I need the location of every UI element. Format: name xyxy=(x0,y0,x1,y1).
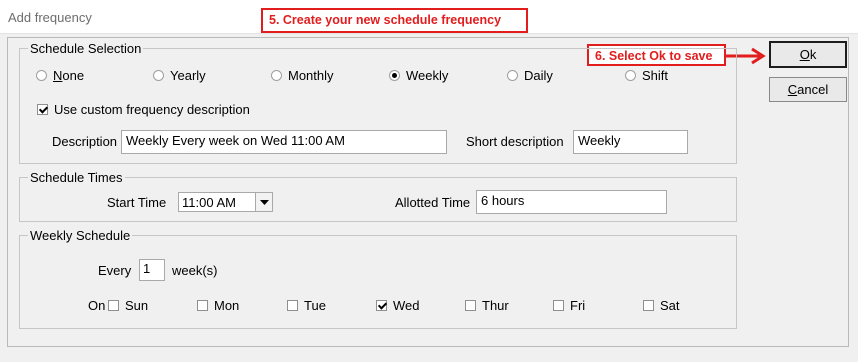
custom-description-check xyxy=(37,104,48,115)
on-label: On xyxy=(88,298,106,313)
radio-monthly-dot xyxy=(271,70,282,81)
radio-weekly-dot xyxy=(389,70,400,81)
radio-none-label: None xyxy=(53,68,85,83)
weekly-schedule-group: Weekly Schedule xyxy=(19,229,737,329)
short-description-input[interactable]: Weekly xyxy=(573,130,688,154)
every-label: Every xyxy=(98,263,132,278)
window-title: Add frequency xyxy=(8,10,92,25)
every-weeks-input[interactable]: 1 xyxy=(139,259,165,281)
custom-description-label: Use custom frequency description xyxy=(54,102,250,117)
radio-yearly-label: Yearly xyxy=(170,68,206,83)
day-wed-check xyxy=(376,300,387,311)
day-sun-check xyxy=(108,300,119,311)
radio-weekly[interactable]: Weekly xyxy=(389,68,448,83)
radio-daily-label: Daily xyxy=(524,68,553,83)
radio-none-dot xyxy=(36,70,47,81)
day-sat-checkbox[interactable]: Sat xyxy=(643,298,680,313)
ok-button-label: Ok xyxy=(799,47,817,62)
description-input[interactable]: Weekly Every week on Wed 11:00 AM xyxy=(121,130,447,154)
description-label: Description xyxy=(52,134,118,149)
callout-step-5: 5. Create your new schedule frequency xyxy=(261,8,528,33)
day-wed-label: Wed xyxy=(393,298,420,313)
radio-shift-label: Shift xyxy=(642,68,669,83)
day-sun-label: Sun xyxy=(125,298,149,313)
day-tue-checkbox[interactable]: Tue xyxy=(287,298,326,313)
day-fri-label: Fri xyxy=(570,298,586,313)
day-mon-check xyxy=(197,300,208,311)
day-sun-checkbox[interactable]: Sun xyxy=(108,298,148,313)
start-time-value: 11:00 AM xyxy=(182,194,236,210)
allotted-time-label: Allotted Time xyxy=(395,195,471,210)
radio-monthly-label: Monthly xyxy=(288,68,334,83)
start-time-label: Start Time xyxy=(107,195,167,210)
radio-daily-dot xyxy=(507,70,518,81)
cancel-button-label: Cancel xyxy=(787,82,829,97)
day-wed-checkbox[interactable]: Wed xyxy=(376,298,420,313)
day-thur-label: Thur xyxy=(482,298,509,313)
day-tue-label: Tue xyxy=(304,298,326,313)
cancel-button[interactable]: Cancel xyxy=(769,77,847,102)
radio-shift[interactable]: Shift xyxy=(625,68,668,83)
weekly-schedule-legend: Weekly Schedule xyxy=(30,228,131,243)
radio-weekly-label: Weekly xyxy=(406,68,449,83)
every-unit-label: week(s) xyxy=(172,263,218,278)
day-tue-check xyxy=(287,300,298,311)
allotted-time-input[interactable]: 6 hours xyxy=(476,190,667,214)
radio-none[interactable]: None xyxy=(36,68,84,83)
day-thur-check xyxy=(465,300,476,311)
short-description-label: Short description xyxy=(466,134,564,149)
radio-yearly[interactable]: Yearly xyxy=(153,68,206,83)
day-mon-label: Mon xyxy=(214,298,240,313)
custom-description-checkbox[interactable]: Use custom frequency description xyxy=(37,102,250,117)
day-thur-checkbox[interactable]: Thur xyxy=(465,298,509,313)
radio-daily[interactable]: Daily xyxy=(507,68,553,83)
day-fri-checkbox[interactable]: Fri xyxy=(553,298,585,313)
day-fri-check xyxy=(553,300,564,311)
radio-shift-dot xyxy=(625,70,636,81)
ok-button[interactable]: Ok xyxy=(769,41,847,68)
day-sat-check xyxy=(643,300,654,311)
start-time-select[interactable]: 11:00 AM xyxy=(178,192,273,212)
day-sat-label: Sat xyxy=(660,298,680,313)
radio-monthly[interactable]: Monthly xyxy=(271,68,334,83)
schedule-selection-legend: Schedule Selection xyxy=(30,41,142,56)
day-mon-checkbox[interactable]: Mon xyxy=(197,298,239,313)
chevron-down-icon xyxy=(255,193,272,211)
radio-yearly-dot xyxy=(153,70,164,81)
schedule-times-legend: Schedule Times xyxy=(30,170,123,185)
